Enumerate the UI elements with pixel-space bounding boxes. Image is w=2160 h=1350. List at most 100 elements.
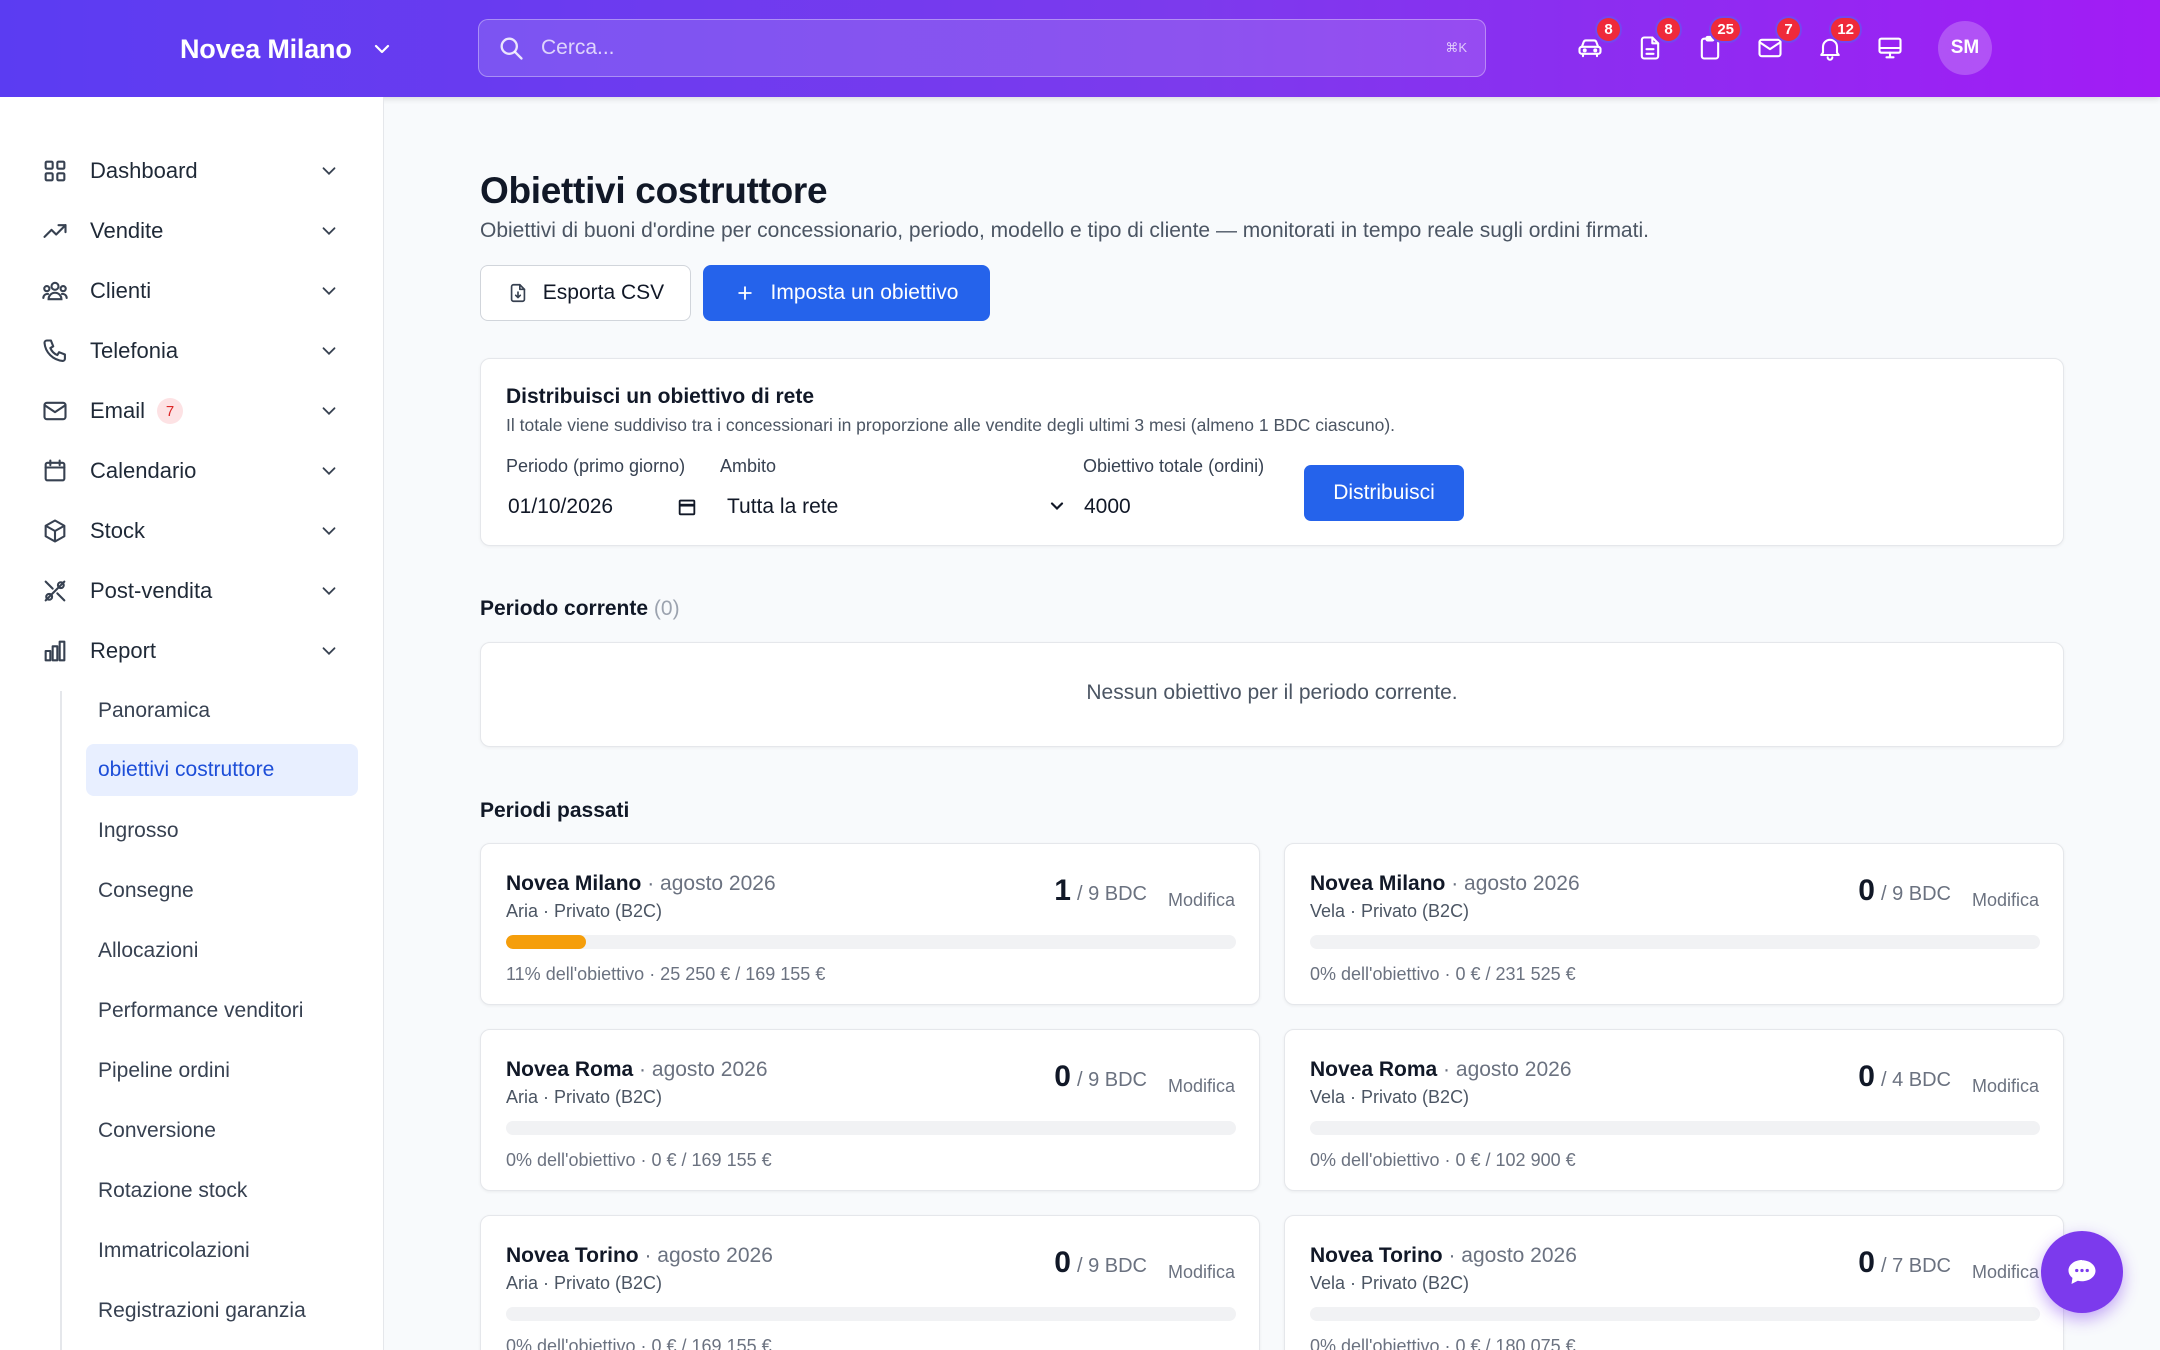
sidebar-item-email[interactable]: Email 7 [40,386,352,436]
goal-progress-track [506,1307,1236,1321]
scope-select[interactable]: Tutta la rete [727,489,1067,525]
documents-button[interactable]: 8 [1630,16,1682,68]
display-button[interactable] [1870,28,1910,68]
chevron-down-icon [322,167,336,176]
goal-value: 0/ 4 BDC [1858,1060,1951,1094]
notifications-button[interactable]: 12 [1810,16,1862,68]
sidebar-item-stock[interactable]: Stock [40,506,352,556]
edit-goal-link[interactable]: Modifica [1972,1262,2039,1283]
chat-button[interactable] [2041,1231,2123,1313]
notification-badge: 8 [1595,16,1622,43]
plus-icon [737,286,752,300]
goal-summary: 0% dell'obiettivo · 0 € / 231 525 € [1310,964,1576,984]
trending-up-icon [40,216,70,246]
goal-value: 0/ 9 BDC [1858,874,1951,908]
goal-progress-track [1310,1307,2040,1321]
edit-goal-link[interactable]: Modifica [1168,1076,1235,1097]
dealer-switcher[interactable]: Novea Milano [180,28,394,70]
search-input[interactable] [541,36,1446,60]
chat-bubble-icon [2068,1260,2096,1284]
sidebar-subitem-immatricolazioni[interactable]: Immatricolazioni [86,1225,358,1277]
chevron-down-icon [322,347,336,356]
goal-progress-track [506,935,1236,949]
goal-target: / 7 BDC [1880,1255,1951,1277]
goal-card: Novea Torino · agosto 2026 Vela · Privat… [1284,1215,2064,1350]
sidebar-item-label: Clienti [90,278,152,303]
goal-target: / 9 BDC [1076,1255,1147,1277]
goal-value: 0/ 9 BDC [1054,1246,1147,1280]
grid-icon [40,156,70,186]
goal-dealer: Novea Milano [1310,872,1446,895]
goal-progress-track [506,1121,1236,1135]
goal-achieved: 1 [1054,874,1071,907]
goal-model-segment: Vela · Privato (B2C) [1310,1087,1470,1107]
page-title: Obiettivi costruttore [480,170,828,211]
goal-card-heading: Novea Roma · agosto 2026 [1310,1058,1572,1081]
sidebar-subitem-pipeline-ordini[interactable]: Pipeline ordini [86,1045,358,1097]
chevron-down-icon [322,647,336,656]
goal-card-heading: Novea Milano · agosto 2026 [506,872,776,895]
goal-card-heading: Novea Torino · agosto 2026 [1310,1244,1577,1267]
goal-card: Novea Roma · agosto 2026 Vela · Privato … [1284,1029,2064,1191]
sidebar-item-post-vendita[interactable]: Post-vendita [40,566,352,616]
sidebar-item-dashboard[interactable]: Dashboard [40,146,352,196]
goal-target: / 9 BDC [1880,883,1951,905]
monitor-icon [1878,37,1902,59]
sidebar-subitem-consegne[interactable]: Consegne [86,865,358,917]
car-button[interactable]: 8 [1570,16,1622,68]
chevron-down-icon [374,44,389,54]
sidebar-subitem-conversione[interactable]: Conversione [86,1105,358,1157]
goal-period: agosto 2026 [657,1244,773,1267]
total-goal-input[interactable]: 4000 [1084,489,1284,525]
goal-achieved: 0 [1054,1060,1071,1093]
users-icon [40,276,70,306]
file-download-icon [510,283,526,303]
bar-chart-icon [40,636,70,666]
period-date-input[interactable]: 01/10/2026 [508,489,698,525]
goal-target: / 4 BDC [1880,1069,1951,1091]
sidebar-subitem-rotazione-stock[interactable]: Rotazione stock [86,1165,358,1217]
sidebar-item-label: Calendario [90,458,197,483]
phone-icon [40,336,70,366]
sidebar-subitem-performance-venditori[interactable]: Performance venditori [86,985,358,1037]
goal-value: 0/ 9 BDC [1054,1060,1147,1094]
distribute-button[interactable]: Distribuisci [1304,465,1464,521]
chevron-down-icon [322,407,336,416]
sidebar-item-telefonia[interactable]: Telefonia [40,326,352,376]
search-bar[interactable]: ⌘K [478,19,1486,77]
export-csv-button[interactable]: Esporta CSV [480,265,691,321]
sidebar-subitem-allocazioni[interactable]: Allocazioni [86,925,358,977]
tasks-button[interactable]: 25 [1690,16,1742,68]
edit-goal-link[interactable]: Modifica [1168,890,1235,911]
current-period-count: (0) [653,597,680,620]
sidebar-item-calendario[interactable]: Calendario [40,446,352,496]
goal-achieved: 0 [1858,1060,1875,1093]
sidebar-subitem-panoramica[interactable]: Panoramica [86,685,358,737]
sidebar-item-label: Post-vendita [90,578,213,603]
edit-goal-link[interactable]: Modifica [1972,1076,2039,1097]
goal-period: agosto 2026 [660,872,776,895]
mail-icon [40,396,70,426]
distribute-description: Il totale viene suddiviso tra i concessi… [506,415,1396,435]
tools-icon [40,576,70,606]
sidebar-subitem-obiettivi-costruttore[interactable]: obiettivi costruttore [86,744,358,796]
distribute-title: Distribuisci un obiettivo di rete [506,385,815,408]
set-goal-button[interactable]: Imposta un obiettivo [703,265,990,321]
sidebar-item-vendite[interactable]: Vendite [40,206,352,256]
sidebar-subitem-registrazioni-garanzia[interactable]: Registrazioni garanzia [86,1285,358,1337]
sidebar-subitem-ingrosso[interactable]: Ingrosso [86,805,358,857]
period-label: Periodo (primo giorno) [506,456,686,476]
sidebar-item-report[interactable]: Report [40,626,352,676]
mail-button[interactable]: 7 [1750,16,1802,68]
search-shortcut: ⌘K [1445,40,1467,55]
user-avatar[interactable]: SM [1938,21,1992,75]
sidebar-item-label: Stock [90,518,146,543]
notification-badge: 25 [1709,16,1742,43]
sidebar-item-label: Telefonia [90,338,179,363]
edit-goal-link[interactable]: Modifica [1972,890,2039,911]
edit-goal-link[interactable]: Modifica [1168,1262,1235,1283]
goal-progress-track [1310,935,2040,949]
goal-card: Novea Milano · agosto 2026 Aria · Privat… [480,843,1260,1005]
empty-state-text: Nessun obiettivo per il periodo corrente… [1086,681,1458,704]
sidebar-item-clienti[interactable]: Clienti [40,266,352,316]
